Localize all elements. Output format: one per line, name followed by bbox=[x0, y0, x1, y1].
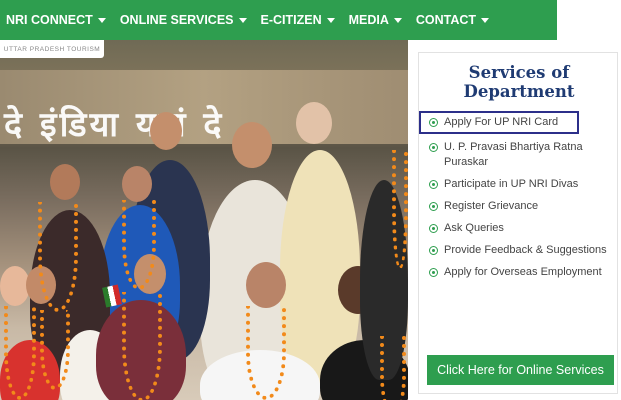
chevron-down-icon bbox=[393, 18, 402, 23]
page: NRI CONNECT ONLINE SERVICES E-CITIZEN ME… bbox=[0, 0, 621, 400]
flower-garland bbox=[122, 200, 156, 290]
service-label: Register Grievance bbox=[444, 200, 539, 212]
service-label: Participate in UP NRI Divas bbox=[444, 178, 579, 190]
service-label: Apply for Overseas Employment bbox=[444, 266, 602, 278]
nav-item-label: NRI CONNECT bbox=[6, 13, 93, 27]
flower-garland bbox=[4, 306, 36, 400]
circle-bullet-icon bbox=[429, 180, 438, 189]
person-head bbox=[232, 122, 272, 168]
service-label: Provide Feedback & Suggestions bbox=[444, 244, 607, 256]
chevron-down-icon bbox=[238, 18, 247, 23]
person-head bbox=[246, 262, 286, 308]
person-head bbox=[296, 102, 332, 144]
services-title-line1: Services of bbox=[468, 63, 570, 82]
flower-garland bbox=[122, 292, 162, 400]
circle-bullet-icon bbox=[429, 268, 438, 277]
nav-item-label: CONTACT bbox=[415, 13, 477, 27]
service-label: U. P. Pravasi Bhartiya Ratna Puraskar bbox=[444, 141, 583, 168]
services-title-line2: Department bbox=[463, 82, 575, 101]
services-panel: Services of Department Apply For UP NRI … bbox=[418, 52, 618, 394]
chevron-down-icon bbox=[97, 18, 106, 23]
services-list: Apply For UP NRI Card U. P. Pravasi Bhar… bbox=[419, 111, 619, 287]
online-services-button[interactable]: Click Here for Online Services bbox=[427, 355, 614, 385]
service-ask-queries[interactable]: Ask Queries bbox=[429, 221, 619, 236]
chevron-down-icon bbox=[326, 18, 335, 23]
service-apply-nri-card[interactable]: Apply For UP NRI Card bbox=[419, 111, 579, 134]
service-nri-divas[interactable]: Participate in UP NRI Divas bbox=[429, 177, 619, 192]
service-register-grievance[interactable]: Register Grievance bbox=[429, 199, 619, 214]
flower-garland bbox=[380, 336, 406, 400]
tourism-stamp: UTTAR PRADESH TOURISM bbox=[0, 40, 104, 58]
flower-garland bbox=[246, 306, 286, 400]
nav-item-label: MEDIA bbox=[348, 13, 389, 27]
nav-item-media[interactable]: MEDIA bbox=[349, 13, 402, 27]
circle-bullet-icon bbox=[429, 246, 438, 255]
circle-bullet-icon bbox=[429, 118, 438, 127]
chevron-down-icon bbox=[481, 18, 490, 23]
flower-garland bbox=[40, 310, 70, 390]
nav-item-label: E-CITIZEN bbox=[260, 13, 322, 27]
nav-item-nri-connect[interactable]: NRI CONNECT bbox=[6, 13, 106, 27]
service-pravasi-ratna-puraskar[interactable]: U. P. Pravasi Bhartiya Ratna Puraskar bbox=[429, 140, 619, 170]
nav-item-label: ONLINE SERVICES bbox=[119, 13, 234, 27]
circle-bullet-icon bbox=[429, 224, 438, 233]
circle-bullet-icon bbox=[429, 202, 438, 211]
services-title: Services of Department bbox=[419, 63, 619, 101]
circle-bullet-icon bbox=[429, 143, 438, 152]
service-label: Apply For UP NRI Card bbox=[444, 116, 559, 128]
nav-item-online-services[interactable]: ONLINE SERVICES bbox=[120, 13, 247, 27]
nav-item-e-citizen[interactable]: E-CITIZEN bbox=[261, 13, 335, 27]
service-feedback[interactable]: Provide Feedback & Suggestions bbox=[429, 243, 619, 258]
person-head bbox=[122, 166, 152, 202]
banner-text: दे इंडिया यहां दे bbox=[4, 105, 225, 145]
top-navigation-bar: NRI CONNECT ONLINE SERVICES E-CITIZEN ME… bbox=[0, 0, 557, 40]
person-head bbox=[150, 112, 182, 150]
service-overseas-employment[interactable]: Apply for Overseas Employment bbox=[429, 265, 619, 280]
nav-item-contact[interactable]: CONTACT bbox=[415, 13, 490, 27]
hero-photo: दे इंडिया यहां दे UTTAR PRADESH TOURISM bbox=[0, 40, 408, 400]
service-label: Ask Queries bbox=[444, 222, 504, 234]
flower-garland bbox=[38, 202, 78, 312]
flower-garland bbox=[392, 150, 408, 270]
person-head bbox=[50, 164, 80, 200]
